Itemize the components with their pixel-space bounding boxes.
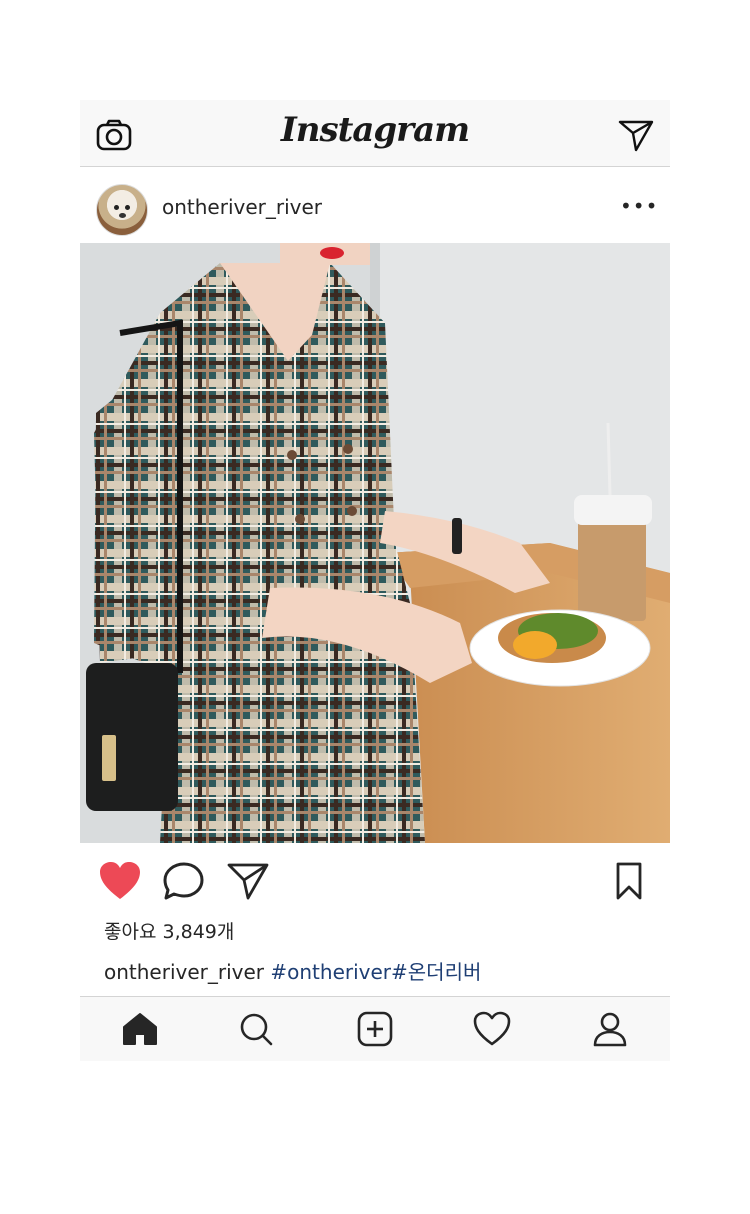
activity-heart-icon[interactable] <box>472 1011 512 1047</box>
post-header: ontheriver_river ••• <box>80 167 670 243</box>
instagram-logo: Instagram <box>280 110 470 150</box>
post-actions <box>80 843 670 915</box>
comment-icon[interactable] <box>162 861 206 901</box>
search-icon[interactable] <box>237 1011 277 1047</box>
more-icon[interactable]: ••• <box>620 196 657 216</box>
post-username[interactable]: ontheriver_river <box>162 195 322 219</box>
paper-plane-icon[interactable] <box>618 118 654 152</box>
top-bar: Instagram <box>80 100 670 167</box>
post-photo[interactable] <box>80 243 670 843</box>
like-count[interactable]: 좋아요 3,849개 <box>104 917 234 944</box>
bottom-navigation <box>80 996 670 1061</box>
bookmark-icon[interactable] <box>610 861 648 901</box>
caption: ontheriver_river #ontheriver#온더리버 <box>104 956 481 985</box>
heart-filled-icon[interactable] <box>98 861 142 901</box>
caption-hashtags[interactable]: #ontheriver#온더리버 <box>270 960 481 984</box>
instagram-post-mockup: Instagram ontheriver_river ••• 좋아요 3,849… <box>80 100 670 1061</box>
caption-username[interactable]: ontheriver_river <box>104 960 264 984</box>
avatar[interactable] <box>96 184 148 236</box>
paper-plane-icon[interactable] <box>226 861 270 901</box>
post-photo-illustration <box>80 243 670 843</box>
add-post-icon[interactable] <box>355 1011 395 1047</box>
profile-icon[interactable] <box>590 1011 630 1047</box>
home-icon[interactable] <box>120 1011 160 1047</box>
